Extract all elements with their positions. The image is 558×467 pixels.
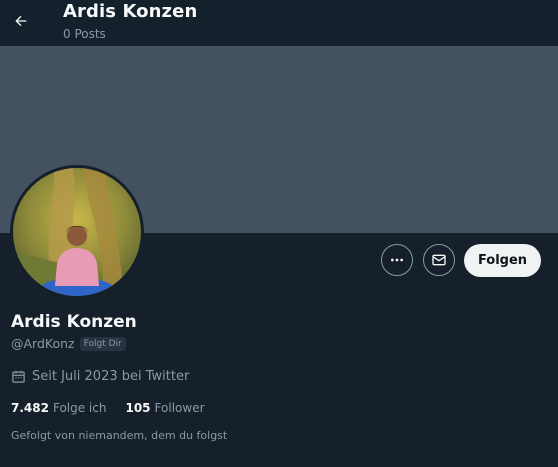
- handle-row: @ArdKonz Folgt Dir: [11, 336, 126, 351]
- mail-icon: [432, 254, 446, 266]
- follow-stats: 7.482 Folge ich 105 Follower: [11, 401, 205, 415]
- arrow-left-icon: [15, 15, 27, 27]
- following-count: 7.482: [11, 401, 49, 415]
- header-title: Ardis Konzen: [63, 1, 198, 22]
- avatar-photo: [13, 168, 141, 296]
- top-bar: Ardis Konzen 0 Posts: [0, 0, 558, 46]
- following-label: Folge ich: [52, 401, 107, 415]
- more-horizontal-icon: [391, 258, 403, 262]
- avatar[interactable]: [10, 165, 144, 299]
- more-button[interactable]: [381, 244, 413, 276]
- message-button[interactable]: [423, 244, 455, 276]
- joined-date: Seit Juli 2023 bei Twitter: [11, 369, 189, 384]
- header-post-count: 0 Posts: [63, 27, 106, 41]
- followers-label: Follower: [154, 401, 205, 415]
- joined-text: Seit Juli 2023 bei Twitter: [32, 369, 190, 384]
- calendar-icon: [12, 370, 25, 383]
- back-button[interactable]: [6, 6, 36, 36]
- followed-by-text: Gefolgt von niemandem, dem du folgst: [11, 429, 228, 442]
- following-link[interactable]: 7.482 Folge ich: [11, 401, 106, 415]
- followers-count: 105: [125, 401, 151, 415]
- profile-name: Ardis Konzen: [11, 312, 137, 332]
- profile-handle: @ArdKonz: [11, 336, 75, 351]
- followers-link[interactable]: 105 Follower: [125, 401, 204, 415]
- follow-button[interactable]: Folgen: [464, 244, 541, 277]
- follows-you-badge: Folgt Dir: [79, 336, 126, 351]
